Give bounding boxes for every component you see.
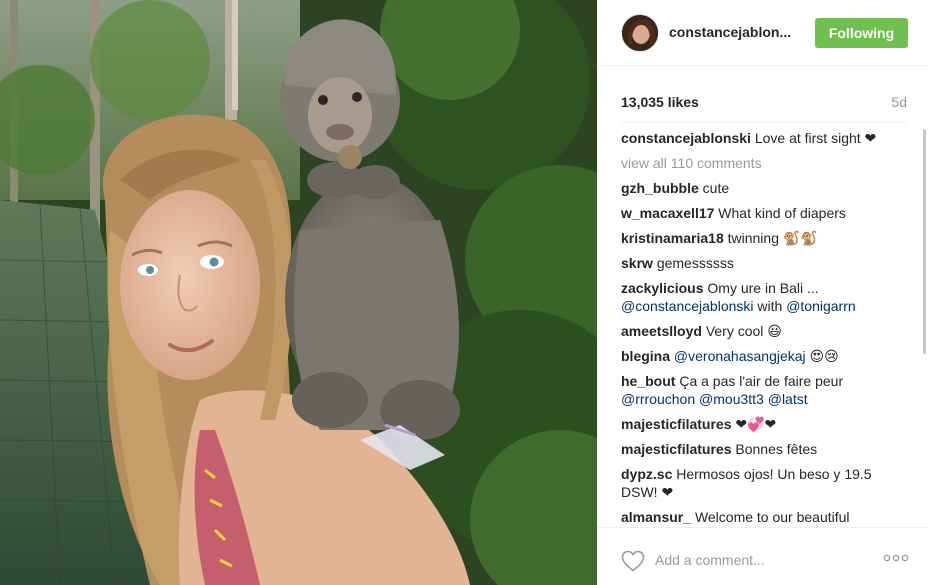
- heart-outline-icon[interactable]: [621, 550, 645, 572]
- more-options-icon[interactable]: [883, 553, 909, 563]
- comment-text: ❤💞❤: [735, 416, 777, 432]
- comment-text: Very cool 😃: [705, 323, 782, 339]
- comment-text: cute: [702, 180, 730, 196]
- comment-mention[interactable]: @latst: [768, 391, 808, 407]
- comment-username[interactable]: ameetslloyd: [621, 323, 702, 339]
- comment-mention[interactable]: @constancejablonski: [621, 298, 754, 314]
- comment-footer: [597, 527, 928, 585]
- comment-mention[interactable]: @mou3tt3: [699, 391, 764, 407]
- comment-text: twinning 🐒🐒: [727, 230, 818, 246]
- divider: [621, 122, 907, 123]
- comment-mention[interactable]: @veronahasangjekaj: [674, 348, 806, 364]
- post-author-username[interactable]: constancejablon...: [669, 24, 791, 40]
- comment-item: dypz.sc Hermosos ojos! Un beso y 19.5 DS…: [621, 465, 891, 501]
- comment-item: he_bout Ça a pas l'air de faire peur @rr…: [621, 372, 891, 408]
- add-comment-input[interactable]: [655, 548, 875, 572]
- post-header: constancejablon... Following: [597, 0, 928, 66]
- caption: constancejablonski Love at first sight ❤: [621, 129, 891, 147]
- comment-list: constancejablonski Love at first sight ❤…: [621, 129, 891, 526]
- comment-text: gemessssss: [656, 255, 734, 271]
- likes-row: 13,035 likes 5d: [621, 92, 907, 112]
- comment-item: skrw gemessssss: [621, 254, 891, 272]
- comment-text: with: [753, 298, 787, 314]
- post-photo[interactable]: [0, 0, 597, 585]
- comment-item: almansur_ Welcome to our beautiful: [621, 508, 891, 526]
- avatar[interactable]: [621, 14, 659, 52]
- comment-text: Bonnes fêtes: [735, 441, 818, 457]
- comment-username[interactable]: w_macaxell17: [621, 205, 714, 221]
- caption-text: Love at first sight ❤: [754, 130, 877, 146]
- comment-item: kristinamaria18 twinning 🐒🐒: [621, 229, 891, 247]
- photo-image: [0, 0, 597, 585]
- comment-item: ameetslloyd Very cool 😃: [621, 322, 891, 340]
- comment-text: Ça a pas l'air de faire peur: [679, 373, 844, 389]
- comment-mention[interactable]: @rrrouchon: [621, 391, 695, 407]
- comment-username[interactable]: he_bout: [621, 373, 675, 389]
- comment-username[interactable]: blegina: [621, 348, 670, 364]
- comment-username[interactable]: almansur_: [621, 509, 691, 525]
- comment-username[interactable]: skrw: [621, 255, 653, 271]
- comment-text: Omy ure in Bali ...: [707, 280, 819, 296]
- comment-username[interactable]: zackylicious: [621, 280, 704, 296]
- comment-item: majesticfilatures ❤💞❤: [621, 415, 891, 433]
- caption-username[interactable]: constancejablonski: [621, 130, 751, 146]
- comment-username[interactable]: majesticfilatures: [621, 416, 732, 432]
- comment-username[interactable]: majesticfilatures: [621, 441, 732, 457]
- comment-mention[interactable]: @tonigarrn: [786, 298, 855, 314]
- post-age[interactable]: 5d: [891, 94, 907, 110]
- following-button[interactable]: Following: [815, 18, 908, 48]
- comment-username[interactable]: kristinamaria18: [621, 230, 724, 246]
- avatar-image: [622, 15, 658, 51]
- comment-item: blegina @veronahasangjekaj 😍😢: [621, 347, 891, 365]
- like-count[interactable]: 13,035 likes: [621, 94, 699, 110]
- comment-text: Welcome to our beautiful: [694, 509, 850, 525]
- comment-username[interactable]: gzh_bubble: [621, 180, 699, 196]
- comment-username[interactable]: dypz.sc: [621, 466, 672, 482]
- comment-item: zackylicious Omy ure in Bali ... @consta…: [621, 279, 891, 315]
- comment-item: gzh_bubble cute: [621, 179, 891, 197]
- comment-text: What kind of diapers: [718, 205, 846, 221]
- comment-text: 😍😢: [805, 348, 839, 364]
- view-all-comments-link[interactable]: view all 110 comments: [621, 154, 891, 172]
- comments-scrollbar[interactable]: [923, 129, 926, 354]
- post-details-panel: constancejablon... Following 13,035 like…: [597, 0, 928, 585]
- comment-item: majesticfilatures Bonnes fêtes: [621, 440, 891, 458]
- comment-item: w_macaxell17 What kind of diapers: [621, 204, 891, 222]
